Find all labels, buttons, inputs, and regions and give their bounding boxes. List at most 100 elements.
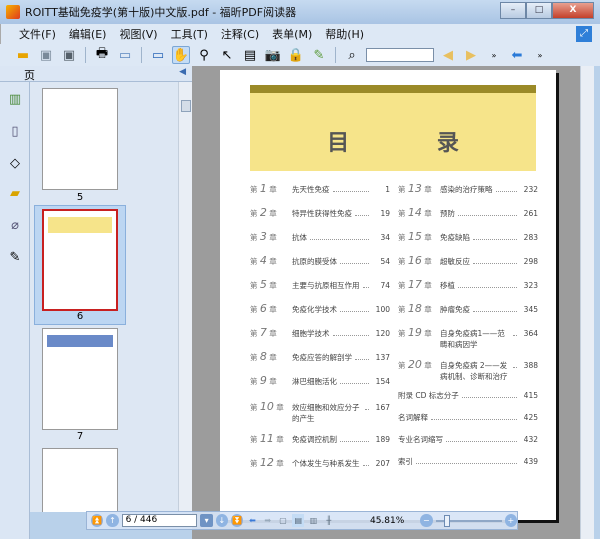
layers-icon[interactable]: ◇ [7,156,23,172]
search-input[interactable] [366,48,434,62]
menu-help[interactable]: 帮助(H) [325,26,364,42]
comments-icon[interactable]: ▰ [7,186,23,202]
thumbnail-label: 5 [76,192,84,203]
menu-file[interactable]: 文件(F) [19,26,56,42]
close-button[interactable]: X [552,2,594,19]
chapter-title: 免疫缺陷 [440,233,470,242]
toc-entry[interactable]: 第 18 章肿瘤免疫 345 [398,302,538,315]
print-icon[interactable]: 🖶 [93,46,111,64]
toc-entry[interactable]: 第 4 章 抗原的膜受体 54 [250,254,390,267]
toc-entry[interactable]: 第 19 章自身免疫病1——范畴和病因学 364 [398,326,538,350]
menu-comment[interactable]: 注释(C) [221,26,259,42]
menu-form[interactable]: 表单(M) [272,26,312,42]
bookmarks-icon[interactable]: ▥ [7,92,23,108]
toc-entry[interactable]: 第 17 章移植 323 [398,278,538,291]
sign-icon[interactable]: ✎ [310,46,328,64]
toc-entry[interactable]: 第 11 章免疫调控机制 189 [250,432,390,445]
toc-entry[interactable]: 第 5 章 主要与抗原相互作用 74 [250,278,390,291]
continuous-page-icon[interactable]: ▤ [292,514,305,527]
save-icon[interactable]: ▣ [37,46,55,64]
toc-entry[interactable]: 第 2 章 特异性获得性免疫 19 [250,206,390,219]
first-page-icon[interactable]: ⏫ [91,514,104,527]
zoom-select-icon[interactable]: ⚲ [195,46,213,64]
thumbnail-label: 6 [76,311,84,322]
page-thumbnail-selected[interactable] [42,209,118,311]
find-next-icon[interactable]: ▶ [462,46,480,64]
previous-page-icon[interactable]: ↑ [106,514,119,527]
rms-lock-icon[interactable]: 🔒 [287,46,305,64]
find-binoculars-icon[interactable]: ⌕ [343,46,361,64]
menu-edit[interactable]: 编辑(E) [69,26,107,42]
chapter-title: 淋巴细胞活化 [292,377,337,386]
toc-entry[interactable]: 第 3 章 抗体 34 [250,230,390,243]
toc-entry[interactable]: 第 9 章 淋巴细胞活化 154 [250,374,390,387]
page-thumbnail[interactable] [42,328,118,430]
signatures-icon[interactable]: ✎ [7,250,23,266]
zoom-slider[interactable] [435,514,502,527]
toc-entry[interactable]: 第 1 章 先天性免疫 1 [250,182,390,195]
text-select-icon[interactable]: ▤ [241,46,259,64]
zoom-level[interactable]: 45.81% [370,516,417,526]
toc-entry[interactable]: 第 6 章 免疫化学技术 100 [250,302,390,315]
toc-entry[interactable]: 附录 CD 标志分子 415 [398,390,538,401]
chapter-title: 特异性获得性免疫 [292,209,352,218]
page-number: 1 [385,185,390,194]
email-icon[interactable]: ▭ [116,46,134,64]
presentation-icon[interactable]: ▭ [149,46,167,64]
back-view-icon[interactable]: ⬅ [246,514,258,527]
menu-tools[interactable]: 工具(T) [171,26,208,42]
next-page-icon[interactable]: ↓ [215,514,228,527]
zoom-in-icon[interactable]: + [504,514,517,527]
toc-entry[interactable]: 第 12 章个体发生与种系发生 207 [250,456,390,469]
maximize-button[interactable]: □ [526,2,552,19]
thumbnail-scrollbar[interactable] [178,82,192,512]
chapter-title: 预防 [440,209,455,218]
pages-icon[interactable]: ▯ [7,124,23,140]
document-scrollbar[interactable] [580,66,594,539]
save-as-icon[interactable]: ▣ [60,46,78,64]
toc-entry[interactable]: 第 14 章预防 261 [398,206,538,219]
attachments-icon[interactable]: ⌀ [7,218,23,234]
toc-entry[interactable]: 第 8 章 免疫应答的解剖学 137 [250,350,390,363]
facing-page-icon[interactable]: ▥ [307,514,319,527]
page-number: 154 [375,377,390,386]
page-thumbnail[interactable] [42,448,118,512]
page-number: 415 [523,391,538,400]
page-dropdown-icon[interactable]: ▾ [200,514,213,527]
toc-entry[interactable]: 第 10 章效应细胞和效应分子的产生 167 [250,400,390,424]
page-number: 100 [375,305,390,314]
snapshot-icon[interactable]: 📷 [264,46,282,64]
collapse-panel-icon[interactable]: ◀ [179,67,186,77]
chapter-title: 自身免疫病 2——发病机制、诊断和治疗 [440,361,508,381]
hand-tool-icon[interactable]: ✋ [172,46,190,64]
chapter-number: 第 17 章 [398,278,432,291]
find-previous-icon[interactable]: ◀ [439,46,457,64]
page-number: 207 [375,459,390,468]
single-page-icon[interactable]: ▢ [277,514,289,527]
continuous-facing-icon[interactable]: ╫ [323,514,335,527]
toolbar-overflow-icon[interactable]: » [531,46,549,64]
select-arrow-icon[interactable]: ↖ [218,46,236,64]
minimize-button[interactable]: – [500,2,526,19]
last-page-icon[interactable]: ⏬ [231,514,244,527]
chapter-number: 第 2 章 [250,206,277,219]
toc-entry[interactable]: 第 20 章自身免疫病 2——发病机制、诊断和治疗 388 [398,358,538,382]
toc-entry[interactable]: 索引 439 [398,456,538,467]
back-arrow-icon[interactable]: ⬅ [508,46,526,64]
menu-view[interactable]: 视图(V) [119,26,157,42]
toc-entry[interactable]: 名词解释 425 [398,412,538,423]
toc-entry[interactable]: 第 15 章免疫缺陷 283 [398,230,538,243]
forward-view-icon[interactable]: ➡ [262,514,274,527]
page-number: 189 [375,435,390,444]
chapter-title: 个体发生与种系发生 [292,459,360,468]
toc-entry[interactable]: 第 13 章感染的治疗策略 232 [398,182,538,195]
zoom-out-icon[interactable]: − [420,514,433,527]
fullscreen-icon[interactable]: ⤢ [576,26,592,42]
toolbar-overflow-icon[interactable]: » [485,46,503,64]
toc-entry[interactable]: 第 16 章超敏反应 298 [398,254,538,267]
open-folder-icon[interactable]: ▬ [14,46,32,64]
toc-entry[interactable]: 第 7 章 细胞学技术 120 [250,326,390,339]
toc-entry[interactable]: 专业名词缩写 432 [398,434,538,445]
page-number-input[interactable]: 6 / 446 [121,514,198,527]
page-thumbnail[interactable] [42,88,118,190]
